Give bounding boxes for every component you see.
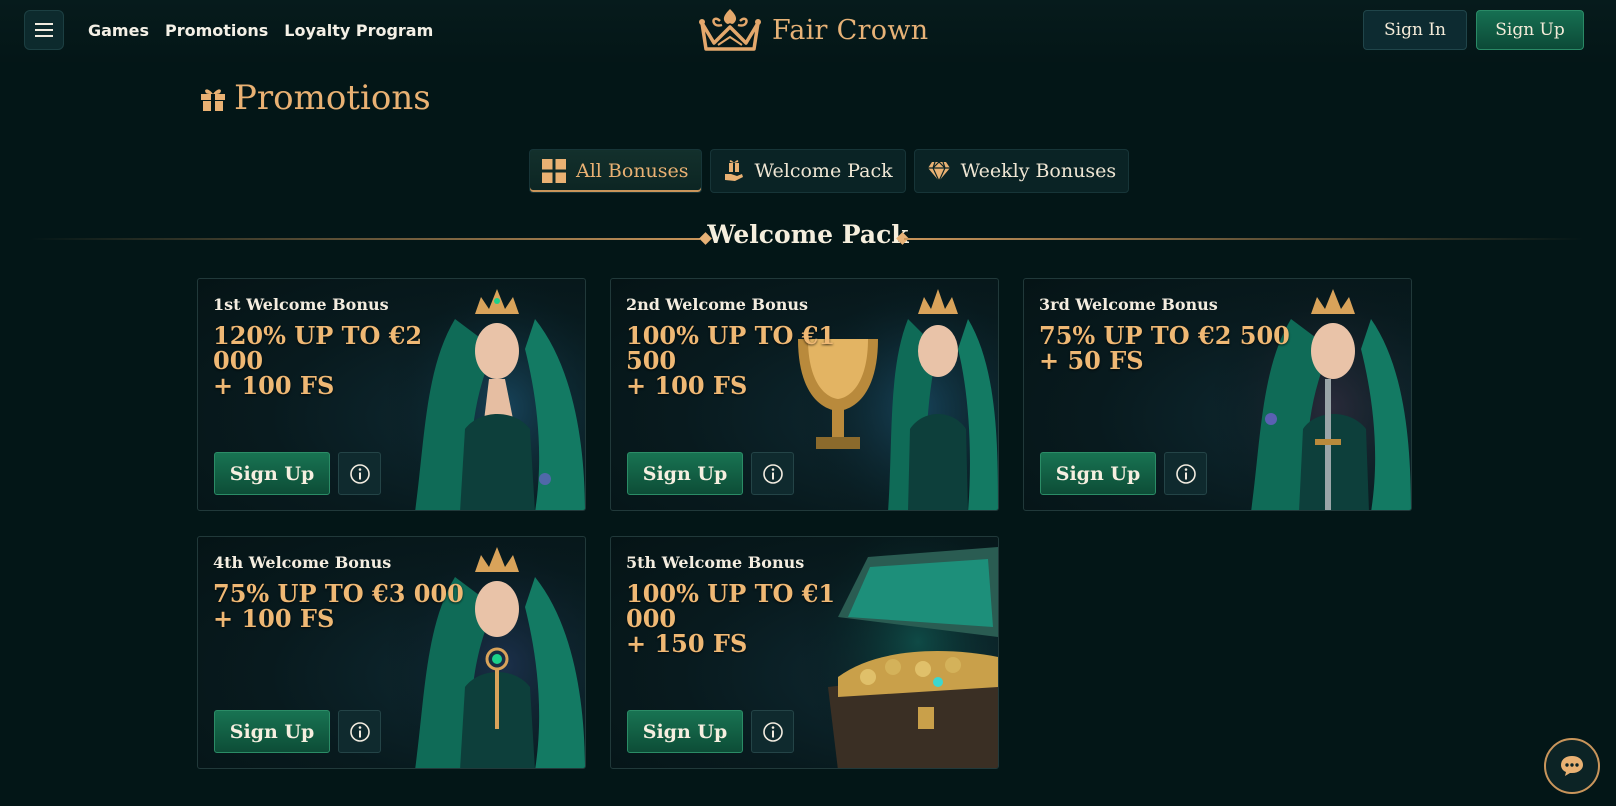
- tab-label: All Bonuses: [576, 160, 689, 182]
- bonus-label: 4th Welcome Bonus: [213, 553, 392, 572]
- bonus-info-button[interactable]: [338, 452, 381, 495]
- bonus-card-5: 5th Welcome Bonus 100% UP TO €1 000 + 15…: [610, 536, 999, 769]
- info-icon: [349, 463, 370, 484]
- info-icon: [349, 721, 370, 742]
- elf-queen-sword-art: [1211, 279, 1411, 510]
- main-nav: Games Promotions Loyalty Program: [88, 0, 433, 60]
- bonus-amount: 75% UP TO €3 000 + 100 FS: [213, 581, 473, 631]
- bonus-amount: 100% UP TO €1 500 + 100 FS: [626, 323, 886, 398]
- section-divider-right: [904, 238, 1584, 240]
- gift-icon: [201, 89, 225, 111]
- bonus-label: 2nd Welcome Bonus: [626, 295, 809, 314]
- bonus-card-3: 3rd Welcome Bonus 75% UP TO €2 500 + 50 …: [1023, 278, 1412, 511]
- bonus-info-button[interactable]: [751, 710, 794, 753]
- tab-weekly-bonuses[interactable]: Weekly Bonuses: [913, 149, 1130, 193]
- bonus-amount-line1: 100% UP TO €1 500: [626, 321, 836, 375]
- bonus-amount: 100% UP TO €1 000 + 150 FS: [626, 581, 886, 656]
- elf-queen-key-art: [385, 537, 585, 768]
- tab-label: Welcome Pack: [754, 160, 893, 182]
- tab-welcome-pack[interactable]: Welcome Pack: [709, 149, 906, 193]
- hamburger-icon: [35, 23, 53, 37]
- info-icon: [762, 463, 783, 484]
- crown-icon: [699, 9, 761, 51]
- sign-up-button[interactable]: Sign Up: [1476, 10, 1584, 50]
- info-icon: [1175, 463, 1196, 484]
- gift-hand-icon: [724, 160, 743, 181]
- page-title-text: Promotions: [234, 78, 431, 118]
- info-icon: [762, 721, 783, 742]
- chat-bubble-icon: [1561, 756, 1583, 776]
- bonus-amount-line1: 75% UP TO €2 500: [1039, 321, 1290, 350]
- bonus-card-4: 4th Welcome Bonus 75% UP TO €3 000 + 100…: [197, 536, 586, 769]
- nav-loyalty-program[interactable]: Loyalty Program: [284, 21, 433, 40]
- diamond-icon: [927, 161, 950, 182]
- bonus-sign-up-button[interactable]: Sign Up: [1040, 452, 1156, 495]
- bonus-sign-up-button[interactable]: Sign Up: [627, 710, 743, 753]
- bonus-amount-line2: + 100 FS: [626, 371, 748, 400]
- live-chat-button[interactable]: [1544, 738, 1600, 794]
- bonus-label: 5th Welcome Bonus: [626, 553, 805, 572]
- page-title: Promotions: [198, 78, 431, 118]
- top-header: Games Promotions Loyalty Program Fair Cr…: [0, 0, 1616, 62]
- bonus-sign-up-button[interactable]: Sign Up: [214, 452, 330, 495]
- bonus-info-button[interactable]: [751, 452, 794, 495]
- bonus-amount-line2: + 150 FS: [626, 629, 748, 658]
- bonus-amount-line2: + 100 FS: [213, 604, 335, 633]
- bonus-info-button[interactable]: [338, 710, 381, 753]
- bonus-card-2: 2nd Welcome Bonus 100% UP TO €1 500 + 10…: [610, 278, 999, 511]
- tab-all-bonuses[interactable]: All Bonuses: [529, 149, 702, 193]
- bonus-amount-line1: 75% UP TO €3 000: [213, 579, 464, 608]
- bonus-label: 1st Welcome Bonus: [213, 295, 389, 314]
- bonus-amount-line2: + 50 FS: [1039, 346, 1144, 375]
- bonus-amount-line2: + 100 FS: [213, 371, 335, 400]
- bonus-amount: 75% UP TO €2 500 + 50 FS: [1039, 323, 1299, 373]
- bonus-amount-line1: 120% UP TO €2 000: [213, 321, 423, 375]
- bonus-amount: 120% UP TO €2 000 + 100 FS: [213, 323, 473, 398]
- bonus-label: 3rd Welcome Bonus: [1039, 295, 1218, 314]
- section-title: Welcome Pack: [707, 220, 909, 249]
- nav-games[interactable]: Games: [88, 21, 149, 40]
- bonus-sign-up-button[interactable]: Sign Up: [627, 452, 743, 495]
- sign-in-button[interactable]: Sign In: [1363, 10, 1467, 50]
- tab-label: Weekly Bonuses: [960, 160, 1117, 182]
- bonus-amount-line1: 100% UP TO €1 000: [626, 579, 836, 633]
- fair-crown-logo[interactable]: Fair Crown: [696, 6, 928, 54]
- grid-icon: [542, 159, 566, 183]
- hamburger-menu-button[interactable]: [24, 10, 64, 50]
- bonus-sign-up-button[interactable]: Sign Up: [214, 710, 330, 753]
- nav-promotions[interactable]: Promotions: [165, 21, 268, 40]
- bonus-card-1: 1st Welcome Bonus 120% UP TO €2 000 + 10…: [197, 278, 586, 511]
- promotion-tabs: All Bonuses Welcome Pack Weekly Bonuses: [529, 149, 1130, 193]
- bonus-info-button[interactable]: [1164, 452, 1207, 495]
- logo-text: Fair Crown: [772, 14, 929, 46]
